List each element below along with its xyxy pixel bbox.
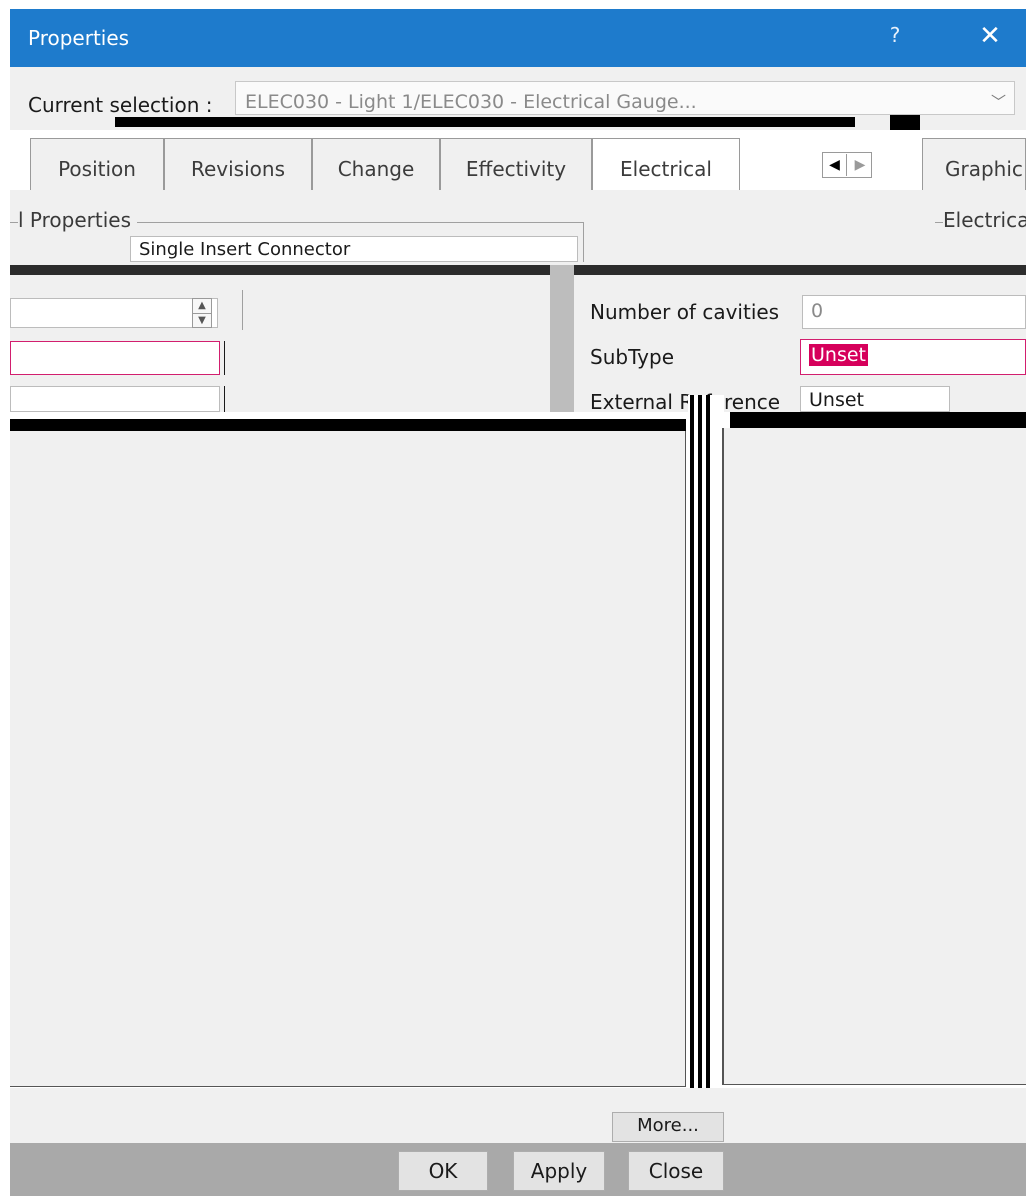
tab-electrical[interactable]: Electrical [592,138,740,190]
close-window-button[interactable]: ✕ [965,19,1015,55]
chevron-down-icon: ▼ [193,313,211,327]
tab-scroll-right-icon[interactable]: ▶ [848,154,872,176]
bottom-strip [10,1088,1026,1143]
right-group-title: Electrica [943,208,1026,232]
subtype-label: SubType [590,345,675,369]
current-selection-label: Current selection : [28,93,213,117]
caret-line [224,341,225,375]
title-bar: Properties ? ✕ [10,9,1026,67]
chevron-down-icon[interactable]: ﹀ [991,91,1006,112]
external-reference-label: External Reference [590,390,781,414]
subtype-field[interactable]: Unset [800,339,1026,375]
tab-change[interactable]: Change [312,138,440,190]
number-of-cavities-label: Number of cavities [590,300,780,324]
tab-graphic[interactable]: Graphic [922,138,1026,190]
artifact-vline-3 [706,395,710,1107]
left-group-title: l Properties [18,208,137,232]
properties-panel: l Properties Single Insert Connector Ele… [10,190,1026,414]
window-title: Properties [28,26,130,50]
selection-row: Current selection : ELEC030 - Light 1/EL… [10,67,1026,117]
connector-type-field[interactable]: Single Insert Connector [130,236,578,262]
tab-scroll-arrows: ◀ ▶ [822,152,872,178]
tab-revisions[interactable]: Revisions [164,138,312,190]
artifact-hbar-right [730,412,1026,428]
artifact-gray-column [550,265,574,412]
quantity-stepper[interactable]: ▲ ▼ [192,298,212,328]
right-content-area [722,428,1026,1085]
artifact-vline-2 [698,395,702,1107]
close-button[interactable]: Close [628,1151,724,1191]
external-reference-field[interactable]: Unset [800,386,950,412]
left-content-area [10,431,686,1087]
number-of-cavities-field[interactable]: 0 [802,295,1026,329]
dialog-button-bar: OK Apply Close [10,1143,1026,1196]
left-input-3[interactable] [10,386,220,412]
left-input-2[interactable] [10,341,220,375]
tab-scroll-left-icon[interactable]: ◀ [823,154,847,176]
column-divider [242,290,243,330]
caret-line-2 [224,386,225,412]
artifact-vline-1 [690,395,694,1107]
apply-button[interactable]: Apply [513,1151,605,1191]
ok-button[interactable]: OK [398,1151,488,1191]
tab-position[interactable]: Position [30,138,164,190]
artifact-scan [10,265,1026,275]
group-frame-vline [583,222,584,262]
help-button[interactable]: ? [878,23,912,47]
more-button[interactable]: More... [612,1112,724,1142]
subtype-value: Unset [809,344,868,366]
tab-strip: Position Revisions Change Effectivity El… [10,130,1026,190]
current-selection-combo[interactable]: ELEC030 - Light 1/ELEC030 - Electrical G… [235,81,1015,115]
current-selection-value: ELEC030 - Light 1/ELEC030 - Electrical G… [245,91,697,113]
tab-effectivity[interactable]: Effectivity [440,138,592,190]
artifact-bar [115,117,855,127]
chevron-up-icon: ▲ [198,300,206,311]
left-input-1[interactable] [10,298,218,328]
artifact-hbar-left [10,419,686,431]
